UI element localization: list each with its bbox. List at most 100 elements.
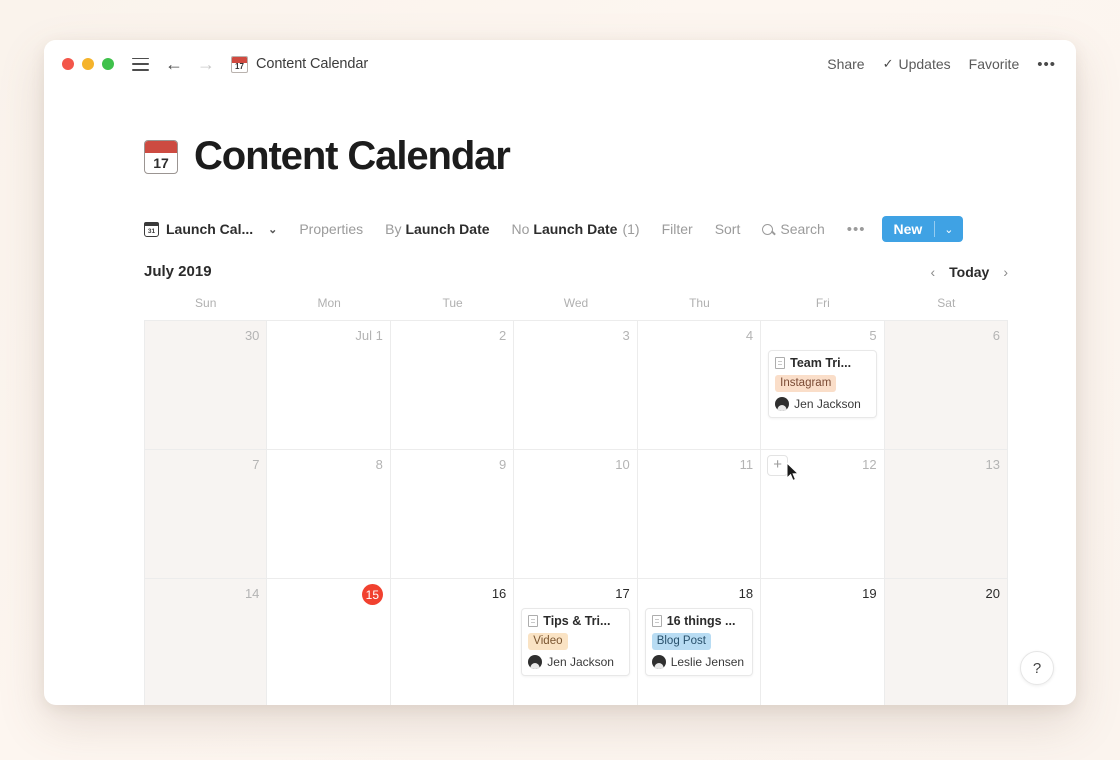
- calendar-day-cell[interactable]: 8: [267, 450, 391, 578]
- no-date-prefix: No: [511, 221, 530, 237]
- filter-button[interactable]: Filter: [662, 221, 693, 237]
- minimize-window-button[interactable]: [82, 58, 94, 70]
- calendar-day-cell[interactable]: Jul 1: [267, 321, 391, 449]
- assignee-name: Jen Jackson: [794, 397, 861, 411]
- event-title-row: Team Tri...: [775, 356, 869, 370]
- help-button[interactable]: ?: [1020, 651, 1054, 685]
- event-card[interactable]: 16 things ... Blog Post Leslie Jensen: [644, 608, 754, 676]
- sort-button[interactable]: Sort: [715, 221, 741, 237]
- day-number: 11: [739, 457, 754, 472]
- app-window: ← → 17 Content Calendar Share ✓ Updates …: [44, 40, 1076, 705]
- updates-button[interactable]: ✓ Updates: [883, 56, 951, 72]
- day-number: 6: [992, 328, 1000, 343]
- event-title: 16 things ...: [666, 614, 736, 628]
- day-number: 17: [615, 586, 630, 601]
- day-number: 20: [985, 586, 1000, 601]
- day-of-week-fri: Fri: [815, 296, 830, 310]
- previous-month-icon[interactable]: ‹: [930, 264, 935, 280]
- calendar-day-cell[interactable]: 13: [884, 450, 1008, 578]
- close-window-button[interactable]: [62, 58, 74, 70]
- calendar-day-cell[interactable]: 7: [144, 450, 268, 578]
- day-number: Jul 1: [355, 328, 383, 343]
- calendar-day-cell[interactable]: 11: [637, 450, 762, 578]
- no-date-count: (1): [622, 221, 640, 237]
- calendar-day-cell[interactable]: 30: [144, 321, 268, 449]
- avatar: [528, 655, 543, 669]
- new-button[interactable]: New ⌄: [881, 216, 963, 242]
- calendar-day-cell[interactable]: 3: [514, 321, 638, 449]
- window-controls: [62, 58, 114, 70]
- day-number: 8: [375, 457, 383, 472]
- chevron-down-icon: ⌄: [268, 223, 278, 236]
- today-button[interactable]: Today: [949, 264, 989, 280]
- group-by-button[interactable]: By Launch Date: [385, 221, 489, 237]
- calendar-day-cell[interactable]: 20: [884, 579, 1008, 705]
- page-content: 17 Content Calendar Launch Cal... ⌄ Prop…: [44, 88, 1076, 705]
- event-tag: Instagram: [775, 375, 837, 392]
- maximize-window-button[interactable]: [102, 58, 114, 70]
- database-view-toolbar: Launch Cal... ⌄ Properties By Launch Dat…: [144, 215, 1008, 243]
- title-bar: ← → 17 Content Calendar Share ✓ Updates …: [44, 40, 1076, 88]
- calendar-day-cell[interactable]: 10: [514, 450, 638, 578]
- more-options-icon[interactable]: •••: [1037, 56, 1056, 73]
- calendar-day-cell[interactable]: 4: [637, 321, 762, 449]
- page-calendar-emoji-icon[interactable]: 17: [144, 139, 178, 174]
- event-tag: Video: [528, 633, 568, 650]
- calendar-day-cell[interactable]: +12: [761, 450, 885, 578]
- day-number: 16: [491, 586, 507, 601]
- page-emoji-day: 17: [153, 154, 169, 171]
- event-assignee: Jen Jackson: [528, 655, 622, 669]
- day-number: 18: [738, 586, 754, 601]
- calendar-month-header: July 2019 ‹ Today ›: [144, 263, 1008, 290]
- day-number: 2: [499, 328, 507, 343]
- calendar-day-cell[interactable]: 17 Tips & Tri... Video Jen Jackson: [514, 579, 638, 705]
- calendar-day-cell[interactable]: 15: [267, 579, 391, 705]
- calendar-week-row: 14 15 16 17 Tips & Tri... Video Jen Jackson 18 1…: [144, 579, 1008, 705]
- no-date-button[interactable]: No Launch Date (1): [512, 221, 640, 237]
- calendar-emoji-day: 17: [235, 61, 244, 71]
- calendar-day-cell[interactable]: 14: [144, 579, 268, 705]
- calendar-grid: 30 Jul 1 2 3 4 5 Team Tri... Instagram Jen Jacks…: [144, 321, 1008, 705]
- view-name-label: Launch Cal...: [166, 221, 254, 237]
- properties-button[interactable]: Properties: [299, 221, 363, 237]
- breadcrumb[interactable]: 17 Content Calendar: [231, 55, 368, 73]
- calendar-day-cell[interactable]: 19: [761, 579, 885, 705]
- event-card[interactable]: Tips & Tri... Video Jen Jackson: [521, 608, 630, 676]
- event-assignee: Leslie Jensen: [651, 655, 746, 669]
- search-button[interactable]: Search: [762, 221, 825, 237]
- navigation-arrows: ← →: [165, 55, 215, 73]
- back-arrow-icon[interactable]: ←: [165, 55, 183, 73]
- event-title: Team Tri...: [790, 356, 852, 370]
- calendar-view-icon: [144, 221, 159, 237]
- search-label: Search: [780, 221, 825, 237]
- forward-arrow-icon[interactable]: →: [197, 55, 215, 73]
- day-number: 30: [244, 328, 260, 343]
- page-document-icon: [528, 615, 539, 627]
- calendar-day-cell[interactable]: 6: [884, 321, 1008, 449]
- share-button[interactable]: Share: [827, 56, 864, 72]
- calendar-day-cell[interactable]: 9: [390, 450, 515, 578]
- new-button-chevron-down-icon[interactable]: ⌄: [935, 223, 962, 236]
- calendar-emoji-icon: 17: [231, 55, 248, 73]
- updates-label: Updates: [898, 56, 951, 72]
- calendar-week-row: 7 8 9 10 11 +12 13: [144, 450, 1008, 579]
- no-date-property: Launch Date: [533, 221, 618, 237]
- calendar-week-row: 30 Jul 1 2 3 4 5 Team Tri... Instagram Jen Jacks…: [144, 321, 1008, 450]
- month-navigation: ‹ Today ›: [930, 264, 1008, 280]
- day-number: 3: [622, 328, 630, 343]
- view-selector[interactable]: Launch Cal... ⌄: [144, 221, 277, 237]
- calendar-day-cell[interactable]: 2: [390, 321, 515, 449]
- add-event-button[interactable]: +: [767, 455, 789, 476]
- day-of-week-mon: Mon: [317, 296, 341, 310]
- next-month-icon[interactable]: ›: [1003, 264, 1008, 280]
- page-title[interactable]: Content Calendar: [194, 134, 511, 179]
- calendar-day-cell[interactable]: 18 16 things ... Blog Post Leslie Jensen: [637, 579, 762, 705]
- calendar-day-cell[interactable]: 5 Team Tri... Instagram Jen Jackson: [761, 321, 885, 449]
- hamburger-menu-icon[interactable]: [132, 57, 149, 71]
- event-card[interactable]: Team Tri... Instagram Jen Jackson: [768, 350, 877, 418]
- day-number: 9: [499, 457, 507, 472]
- today-badge: 15: [361, 584, 383, 605]
- calendar-day-cell[interactable]: 16: [390, 579, 515, 705]
- favorite-button[interactable]: Favorite: [969, 56, 1020, 72]
- toolbar-more-icon[interactable]: •••: [847, 221, 866, 238]
